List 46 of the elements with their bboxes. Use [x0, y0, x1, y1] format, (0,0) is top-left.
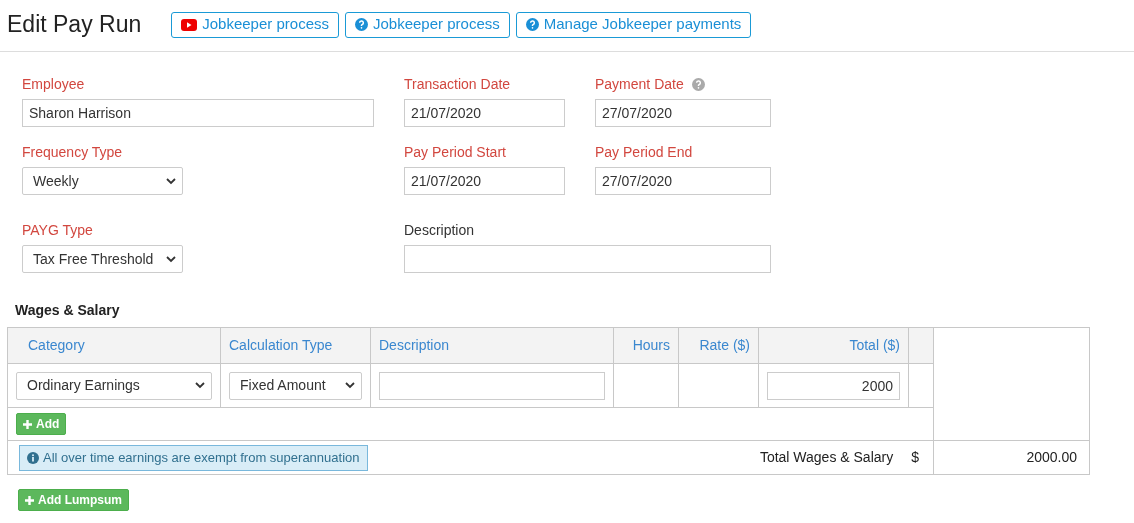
field-label: Description — [404, 220, 475, 240]
field-label: Frequency Type — [22, 142, 123, 162]
info-note: All over time earnings are exempt from superannuation — [19, 444, 368, 471]
text-field[interactable] — [379, 371, 605, 400]
text-field[interactable] — [404, 245, 771, 273]
help-link-button[interactable]: Jobkeeper process — [171, 11, 339, 38]
column-header: Rate ($) — [699, 337, 750, 353]
field-label: Employee — [22, 74, 85, 94]
chevron-down-icon — [345, 382, 355, 389]
column-header: Calculation Type — [229, 337, 333, 353]
help-link-button[interactable]: Manage Jobkeeper payments — [515, 11, 752, 38]
text-field[interactable]: Sharon Harrison — [22, 99, 374, 127]
column-header: Description — [379, 337, 450, 353]
page-title: Edit Pay Run — [7, 10, 142, 40]
field-label: Payment Date — [595, 74, 684, 94]
currency-symbol: $ — [911, 448, 919, 467]
question-icon — [691, 77, 705, 91]
select-field[interactable]: Fixed Amount — [229, 371, 362, 400]
total-value: 2000.00 — [1026, 449, 1077, 465]
help-link-button[interactable]: Jobkeeper process — [345, 11, 510, 38]
field-label: PAYG Type — [22, 220, 93, 240]
text-field[interactable]: 27/07/2020 — [595, 99, 771, 127]
text-field[interactable]: 21/07/2020 — [404, 99, 565, 127]
column-header: Total ($) — [849, 337, 900, 353]
text-field[interactable]: 21/07/2020 — [404, 167, 565, 195]
select-field[interactable]: Weekly — [22, 167, 183, 195]
total-label: Total Wages & Salary — [759, 448, 894, 467]
chevron-down-icon — [166, 177, 176, 185]
field-label: Transaction Date — [404, 74, 511, 94]
chevron-down-icon — [166, 255, 176, 263]
question-icon — [355, 18, 368, 31]
column-header: Hours — [632, 337, 670, 353]
question-icon — [525, 18, 539, 31]
video-play-icon — [181, 18, 198, 31]
column-header: Category — [27, 337, 85, 353]
section-title: Wages & Salary — [14, 301, 121, 320]
info-icon — [27, 451, 39, 464]
number-field[interactable]: 2000 — [767, 371, 900, 400]
field-label: Pay Period End — [595, 142, 693, 162]
plus-icon — [25, 495, 34, 505]
text-field[interactable]: 27/07/2020 — [595, 167, 771, 195]
plus-icon — [23, 419, 32, 429]
select-field[interactable]: Ordinary Earnings — [16, 371, 212, 400]
select-field[interactable]: Tax Free Threshold — [22, 245, 183, 273]
field-label: Pay Period Start — [404, 142, 506, 162]
chevron-down-icon — [195, 382, 205, 389]
